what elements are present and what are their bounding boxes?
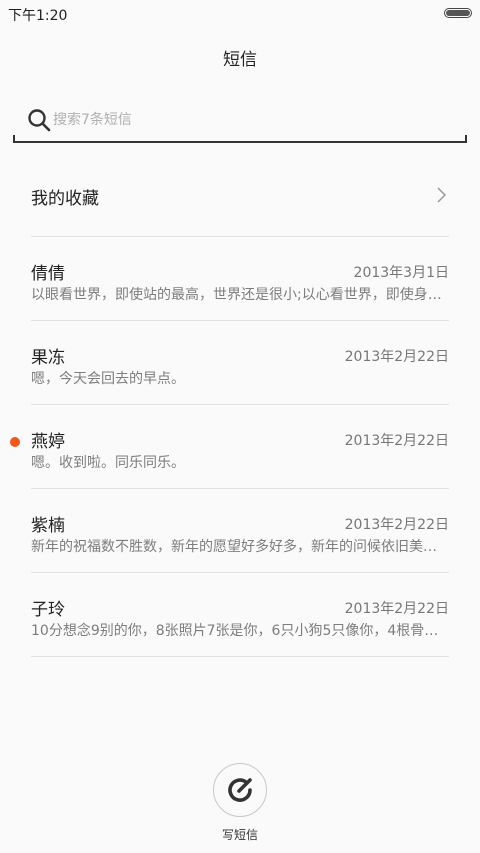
compose-button[interactable] (213, 763, 267, 817)
status-time: 下午1:20 (8, 8, 68, 24)
contact-name: 燕婷 (31, 432, 65, 452)
message-row[interactable]: 紫楠 2013年2月22日 新年的祝福数不胜数，新年的愿望好多好多，新年的问候依… (31, 489, 449, 573)
battery-icon (444, 8, 472, 18)
message-date: 2013年2月22日 (344, 601, 449, 617)
message-date: 2013年2月22日 (344, 349, 449, 365)
contact-name: 果冻 (31, 348, 65, 368)
contact-name: 倩倩 (31, 264, 65, 284)
message-row[interactable]: 果冻 2013年2月22日 嗯，今天会回去的早点。 (31, 321, 449, 405)
favorites-label: 我的收藏 (31, 189, 99, 209)
message-preview: 嗯。收到啦。同乐同乐。 (31, 455, 185, 471)
message-row[interactable]: 燕婷 2013年2月22日 嗯。收到啦。同乐同乐。 (10, 405, 449, 489)
message-preview: 以眼看世界，即使站的最高，世界还是很小;以心看世界，即使身… (31, 287, 442, 303)
search-icon (28, 109, 51, 132)
message-date: 2013年2月22日 (344, 517, 449, 533)
battery-fill (446, 10, 470, 16)
message-preview: 10分想念9别的你，8张照片7张是你，6只小狗5只像你，4根骨… (31, 623, 439, 639)
unread-indicator (10, 437, 20, 447)
favorites-row[interactable]: 我的收藏 (31, 154, 449, 237)
search-input[interactable] (53, 108, 433, 132)
message-preview: 嗯，今天会回去的早点。 (31, 371, 185, 387)
page-title: 短信 (223, 50, 257, 70)
message-date: 2013年3月1日 (353, 265, 449, 281)
message-row[interactable]: 倩倩 2013年3月1日 以眼看世界，即使站的最高，世界还是很小;以心看世界，即… (31, 237, 449, 321)
message-row[interactable]: 子玲 2013年2月22日 10分想念9别的你，8张照片7张是你，6只小狗5只像… (31, 573, 449, 657)
chevron-right-icon (437, 187, 447, 203)
message-list: 倩倩 2013年3月1日 以眼看世界，即使站的最高，世界还是很小;以心看世界，即… (10, 237, 449, 657)
search-bar[interactable] (13, 98, 467, 143)
status-bar: 下午1:20 (0, 0, 480, 26)
message-date: 2013年2月22日 (344, 433, 449, 449)
compose-icon (228, 778, 252, 802)
message-preview: 新年的祝福数不胜数，新年的愿望好多好多，新年的问候依旧美… (31, 539, 437, 555)
contact-name: 紫楠 (31, 516, 65, 536)
contact-name: 子玲 (31, 600, 65, 620)
compose-label: 写短信 (221, 828, 258, 842)
